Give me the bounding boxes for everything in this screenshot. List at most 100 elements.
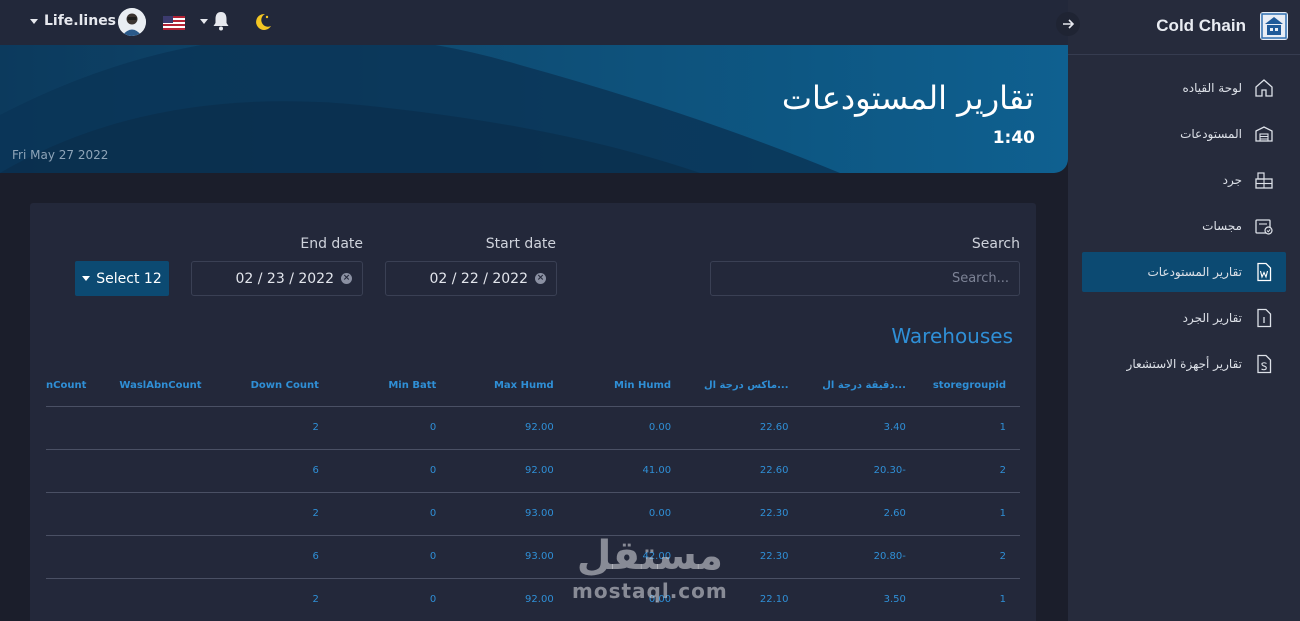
table-cell: 22.60 [685,406,803,450]
table-cell: 1 [919,406,1020,450]
clear-icon[interactable]: × [341,273,352,284]
table-cell: 93.00 [450,492,568,536]
table-row: 2 0 92.00 0.00 22.60 3.40 1 [46,406,1020,450]
column-header[interactable]: Min Humd [567,366,686,407]
select-dropdown-button[interactable]: Select 12 [75,261,169,296]
avatar[interactable] [118,8,146,36]
table-cell: 93.00 [450,535,568,579]
warehouse-icon [1255,126,1273,142]
sidebar-item-inventory[interactable]: جرد [1082,160,1286,200]
collapse-sidebar-button[interactable] [1056,12,1080,36]
sidebar-item-warehouse-reports[interactable]: تقارير المستودعات [1082,252,1286,292]
column-header[interactable]: nCount [46,366,108,407]
sidebar-item-label: تقارير الجرد [1182,311,1242,325]
user-menu[interactable]: Life.lines [30,13,116,29]
sidebar-item-label: لوحة القياده [1182,81,1243,95]
table-row: 6 0 92.00 41.00 22.60 20.30- 2 [46,449,1020,493]
table-cell: 20.80- [802,535,920,579]
end-date-value: 02 / 23 / 2022 [235,270,335,287]
end-date-input[interactable]: 02 / 23 / 2022 × [191,261,363,296]
warehouses-table: nCount WaslAbnCount Down Count Min Batt … [46,366,1020,621]
notifications[interactable] [200,11,230,31]
table-cell: 1 [919,578,1020,621]
table-cell [107,535,216,579]
clear-icon[interactable]: × [535,273,546,284]
sidebar-item-inventory-reports[interactable]: تقارير الجرد [1082,298,1286,338]
table-cell [107,492,216,536]
bell-icon [213,12,229,31]
column-header[interactable]: Max Humd [450,366,568,407]
sidebar: Cold Chain لوحة القياده المستودعات جرد م… [1056,0,1300,621]
sidebar-header: Cold Chain [1056,0,1300,55]
table-cell: 22.10 [685,578,803,621]
brand-logo [1260,12,1288,40]
table-cell: 2.60 [802,492,920,536]
table-cell: 3.40 [802,406,920,450]
brand-name: Cold Chain [1156,16,1246,35]
table-cell: 22.30 [685,492,803,536]
us-flag-icon[interactable] [163,15,185,30]
inventory-icon [1255,172,1273,189]
top-bar: Life.lines [0,0,1068,45]
clock-time: 1:40 [992,128,1035,148]
caret-down-icon [82,276,91,281]
page-title: تقارير المستودعات [781,79,1034,117]
end-date-label: End date [300,236,363,252]
table-cell: 2 [919,535,1020,579]
table-cell: 1 [919,492,1020,536]
table-cell: 0 [332,578,451,621]
table-cell: 0.00 [567,406,686,450]
table-cell: 22.60 [685,449,803,493]
column-header[interactable]: storegroupid [919,366,1020,407]
start-date-input[interactable]: 02 / 22 / 2022 × [385,261,557,296]
doc-i-icon [1257,308,1272,328]
sidebar-item-warehouses[interactable]: المستودعات [1082,114,1286,154]
user-name: Life.lines [44,13,117,29]
moon-icon[interactable] [252,11,274,37]
table-cell: 2 [215,406,333,450]
table-cell: 20.30- [802,449,920,493]
table-cell: 2 [215,492,333,536]
column-header[interactable]: WaslAbnCount [107,366,216,407]
table-cell: 92.00 [450,449,568,493]
column-header[interactable]: ماكس درجة ال... [685,366,803,407]
sidebar-item-label: تقارير أجهزة الاستشعار [1126,357,1242,371]
sidebar-item-sensor-reports[interactable]: تقارير أجهزة الاستشعار [1082,344,1286,384]
sidebar-item-dashboard[interactable]: لوحة القياده [1082,68,1286,108]
table-cell: 22.30 [685,535,803,579]
sidebar-item-label: جرد [1222,173,1242,187]
home-icon [1255,79,1273,97]
sidebar-item-label: تقارير المستودعات [1147,265,1242,279]
search-label: Search [971,236,1020,252]
current-date: Fri May 27 2022 [12,148,109,162]
table-header-row: nCount WaslAbnCount Down Count Min Batt … [46,366,1020,407]
table-cell: 6 [215,449,333,493]
table-cell: 0 [332,492,451,536]
column-header[interactable]: Down Count [215,366,333,407]
table-cell [107,578,216,621]
arrow-right-icon [1063,19,1075,29]
table-cell [46,535,108,579]
table-cell: 0.00 [567,578,686,621]
table-cell [46,492,108,536]
table-cell: 41.00 [567,449,686,493]
column-header[interactable]: Min Batt [332,366,451,407]
sidebar-nav: لوحة القياده المستودعات جرد مجسات تقارير… [1082,68,1286,390]
table-cell: 92.00 [450,406,568,450]
start-date-value: 02 / 22 / 2022 [429,270,529,287]
table-cell [46,406,108,450]
table-row: 2 0 92.00 0.00 22.10 3.50 1 [46,578,1020,621]
sidebar-item-sensors[interactable]: مجسات [1082,206,1286,246]
search-input[interactable]: Search... [710,261,1020,296]
table-cell: 0 [332,406,451,450]
table-row: 2 0 93.00 0.00 22.30 2.60 1 [46,492,1020,536]
table-title: Warehouses [891,324,1013,348]
table-cell: 2 [919,449,1020,493]
table-cell [46,578,108,621]
page-header-banner: تقارير المستودعات 1:40 Fri May 27 2022 [0,45,1068,173]
sidebar-item-label: مجسات [1202,219,1242,233]
table-cell: 2 [215,578,333,621]
caret-down-icon [30,18,38,24]
table-cell: 3.50 [802,578,920,621]
column-header[interactable]: دقيقة درجة ال... [802,366,920,407]
